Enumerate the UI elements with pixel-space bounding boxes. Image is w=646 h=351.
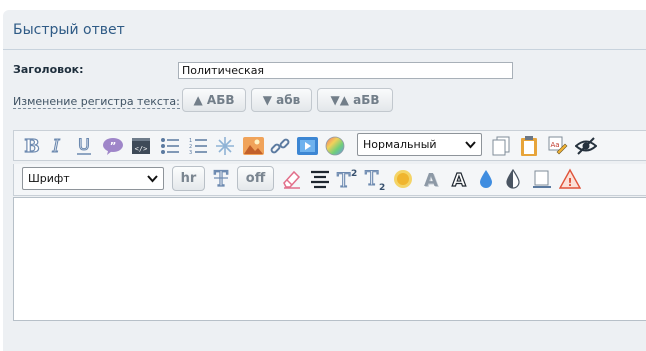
color-icon[interactable] bbox=[325, 136, 345, 156]
uppercase-button[interactable]: ▲ АБВ bbox=[182, 88, 246, 112]
underline-icon[interactable]: U bbox=[74, 135, 94, 157]
chevron-down-icon bbox=[147, 173, 158, 187]
svg-text:!: ! bbox=[567, 176, 572, 189]
title-divider bbox=[3, 49, 646, 50]
editor-toolbar-row2: Шрифт hr T off T2 T2 AA A ! bbox=[13, 164, 646, 196]
image-icon[interactable] bbox=[243, 137, 264, 155]
svg-text:</>: </> bbox=[135, 145, 148, 153]
code-icon[interactable]: </> bbox=[132, 138, 150, 154]
font-select[interactable]: Шрифт bbox=[22, 167, 164, 190]
format-select-value: Нормальный bbox=[363, 138, 437, 151]
hr-button[interactable]: hr bbox=[172, 166, 205, 191]
eraser-icon[interactable]: off bbox=[237, 166, 274, 191]
background-icon[interactable] bbox=[532, 169, 552, 189]
quick-reply-panel: Быстрый ответ Заголовок: Изменение регис… bbox=[3, 10, 646, 351]
outline-text-icon[interactable]: A bbox=[449, 168, 469, 190]
subject-input[interactable] bbox=[178, 62, 513, 79]
svg-text:A: A bbox=[424, 170, 438, 190]
unordered-list-icon[interactable] bbox=[160, 137, 180, 155]
svg-text:T: T bbox=[365, 167, 379, 190]
svg-text:”: ” bbox=[110, 141, 117, 152]
shadow-text-icon[interactable]: AA bbox=[421, 168, 441, 190]
svg-text:A: A bbox=[452, 170, 466, 190]
message-editor[interactable] bbox=[13, 197, 646, 321]
superscript-icon[interactable]: T2 bbox=[336, 167, 358, 191]
sun-icon[interactable] bbox=[393, 169, 413, 189]
contrast-icon[interactable] bbox=[505, 168, 521, 190]
svg-text:I: I bbox=[51, 136, 60, 156]
chevron-down-icon bbox=[465, 139, 476, 153]
paste-icon[interactable] bbox=[520, 135, 538, 157]
case-change-label: Изменение регистра текста: bbox=[13, 95, 180, 109]
font-size-icon[interactable]: T bbox=[211, 167, 231, 191]
svg-text:2: 2 bbox=[351, 169, 357, 179]
svg-text:Aa: Aa bbox=[550, 141, 559, 149]
link-icon[interactable] bbox=[270, 136, 290, 156]
hide-icon[interactable] bbox=[575, 136, 597, 156]
bold-icon[interactable]: B bbox=[22, 136, 42, 156]
align-icon[interactable] bbox=[310, 169, 330, 189]
invert-case-button[interactable]: ▼▲ аБВ bbox=[317, 88, 393, 112]
subject-label: Заголовок: bbox=[13, 63, 84, 76]
copy-icon[interactable] bbox=[492, 136, 510, 156]
svg-text:2: 2 bbox=[379, 183, 385, 191]
svg-text:B: B bbox=[24, 136, 39, 156]
warning-icon[interactable]: ! bbox=[559, 168, 581, 190]
svg-text:U: U bbox=[78, 135, 90, 154]
spellcheck-icon[interactable]: Aa bbox=[548, 136, 568, 156]
drop-icon[interactable] bbox=[478, 168, 494, 190]
font-select-value: Шрифт bbox=[28, 172, 70, 185]
editor-toolbar-row1: B I U ” </> 123 Нормальный Aa bbox=[13, 130, 646, 161]
lowercase-button[interactable]: ▼ абв bbox=[251, 88, 312, 112]
svg-text:T: T bbox=[214, 167, 228, 191]
svg-text:T: T bbox=[337, 168, 351, 191]
ordered-list-icon[interactable]: 123 bbox=[188, 137, 208, 155]
format-select[interactable]: Нормальный bbox=[357, 133, 482, 156]
subscript-icon[interactable]: T2 bbox=[364, 167, 386, 191]
clear-format-icon[interactable] bbox=[282, 169, 302, 189]
quote-icon[interactable]: ” bbox=[102, 137, 124, 155]
italic-icon[interactable]: I bbox=[48, 136, 64, 156]
quick-reply-title: Быстрый ответ bbox=[13, 22, 125, 38]
spoiler-icon[interactable] bbox=[215, 136, 235, 156]
svg-text:3: 3 bbox=[189, 150, 192, 155]
video-icon[interactable] bbox=[297, 137, 318, 155]
